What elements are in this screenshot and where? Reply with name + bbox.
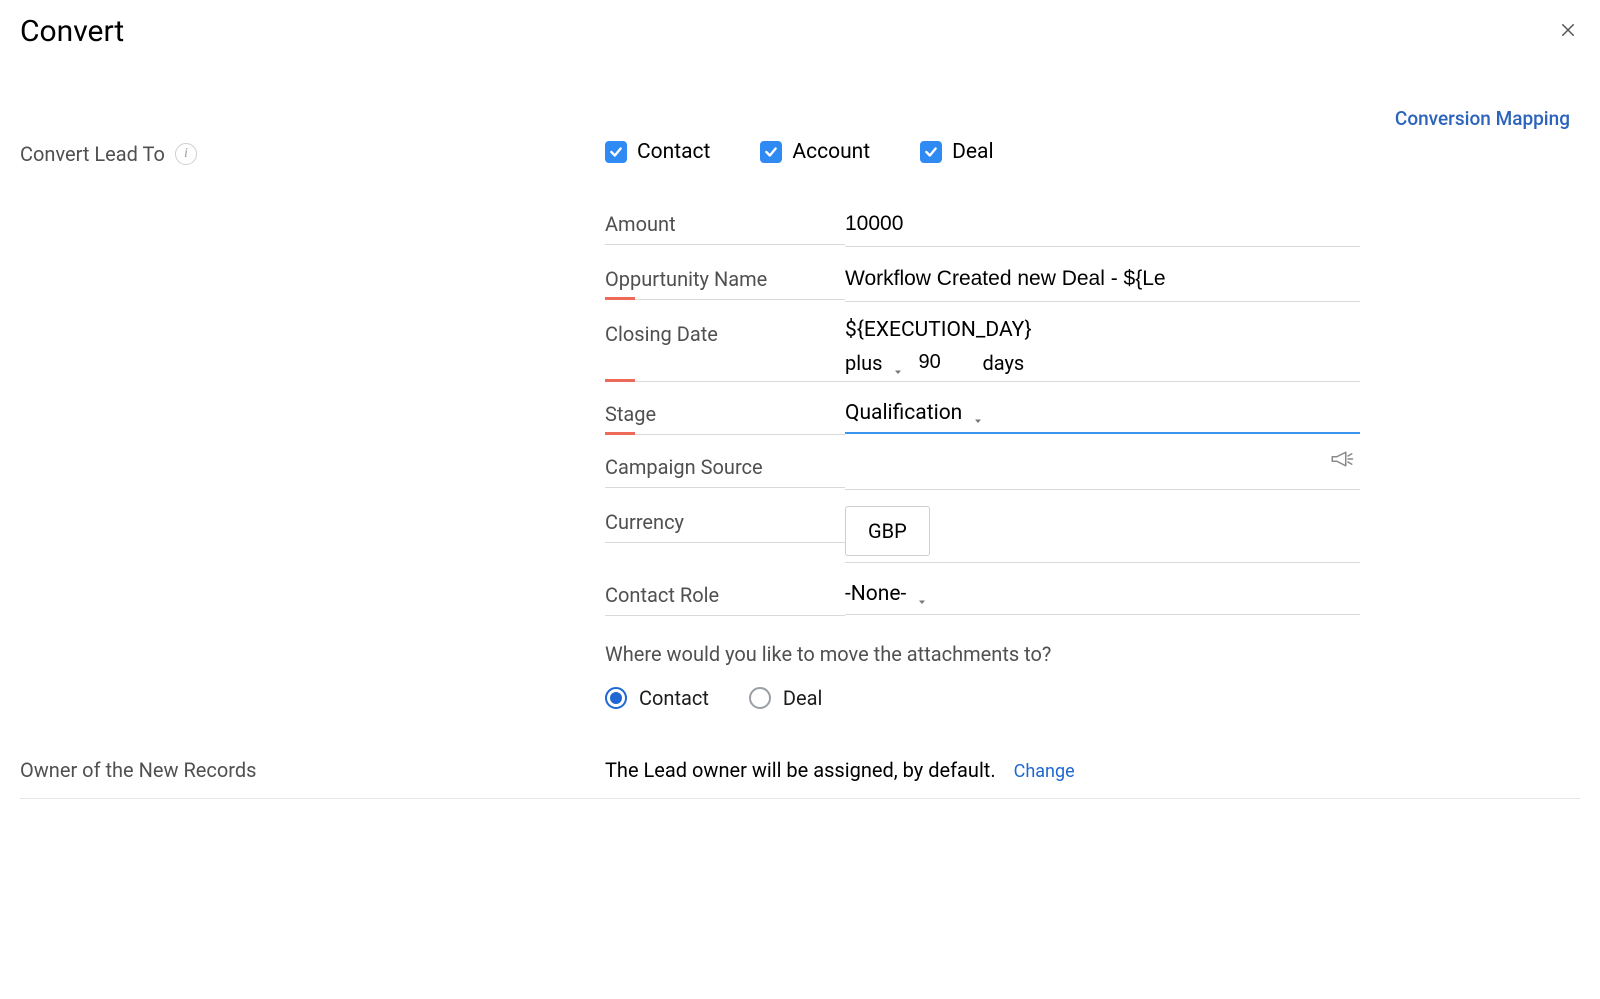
info-icon[interactable]: i <box>175 143 197 165</box>
contact-role-value: -None- <box>845 582 906 606</box>
radio-attachments-contact[interactable]: Contact <box>605 686 709 710</box>
chevron-down-icon <box>916 590 926 600</box>
opportunity-name-input[interactable] <box>845 263 1360 295</box>
label-opportunity-name: Oppurtunity Name <box>605 247 845 300</box>
check-icon <box>920 141 942 163</box>
radio-icon <box>605 687 627 709</box>
owner-default-text: The Lead owner will be assigned, by defa… <box>605 758 996 782</box>
label-closing-date: Closing Date <box>605 302 845 382</box>
radio-icon <box>749 687 771 709</box>
chevron-down-icon <box>972 409 982 419</box>
owner-label: Owner of the New Records <box>20 758 605 782</box>
checkbox-contact[interactable]: Contact <box>605 140 710 164</box>
check-icon <box>605 141 627 163</box>
closing-offset-value-input[interactable] <box>916 350 968 375</box>
closing-date-expression: ${EXECUTION_DAY} <box>845 318 1360 342</box>
checkbox-deal-label: Deal <box>952 140 993 164</box>
label-amount: Amount <box>605 192 845 245</box>
currency-select[interactable]: GBP <box>845 506 930 556</box>
checkbox-account[interactable]: Account <box>760 140 870 164</box>
attachments-question: Where would you like to move the attachm… <box>605 642 1360 666</box>
change-owner-link[interactable]: Change <box>1014 761 1075 782</box>
page-title: Convert <box>20 14 124 49</box>
stage-value: Qualification <box>845 401 962 425</box>
amount-input[interactable] <box>845 208 1360 240</box>
chevron-down-icon <box>892 359 902 369</box>
convert-lead-to-label: Convert Lead To <box>20 142 165 166</box>
check-icon <box>760 141 782 163</box>
radio-attachments-deal[interactable]: Deal <box>749 686 822 710</box>
closing-offset-operator-value: plus <box>845 351 882 375</box>
label-currency: Currency <box>605 490 845 543</box>
megaphone-icon[interactable] <box>1330 449 1354 475</box>
checkbox-deal[interactable]: Deal <box>920 140 993 164</box>
label-campaign-source: Campaign Source <box>605 435 845 488</box>
conversion-mapping-link[interactable]: Conversion Mapping <box>1395 107 1570 130</box>
checkbox-contact-label: Contact <box>637 140 710 164</box>
closing-offset-unit: days <box>982 351 1024 375</box>
label-contact-role: Contact Role <box>605 563 845 616</box>
close-icon <box>1559 21 1577 43</box>
radio-attachments-contact-label: Contact <box>639 686 709 710</box>
radio-attachments-deal-label: Deal <box>783 686 822 710</box>
campaign-source-input[interactable] <box>845 451 1360 483</box>
label-stage: Stage <box>605 382 845 435</box>
stage-dropdown[interactable]: Qualification <box>845 401 982 425</box>
close-button[interactable] <box>1556 20 1580 44</box>
closing-offset-operator-dropdown[interactable]: plus <box>845 351 902 375</box>
checkbox-account-label: Account <box>792 140 870 164</box>
contact-role-dropdown[interactable]: -None- <box>845 582 926 606</box>
